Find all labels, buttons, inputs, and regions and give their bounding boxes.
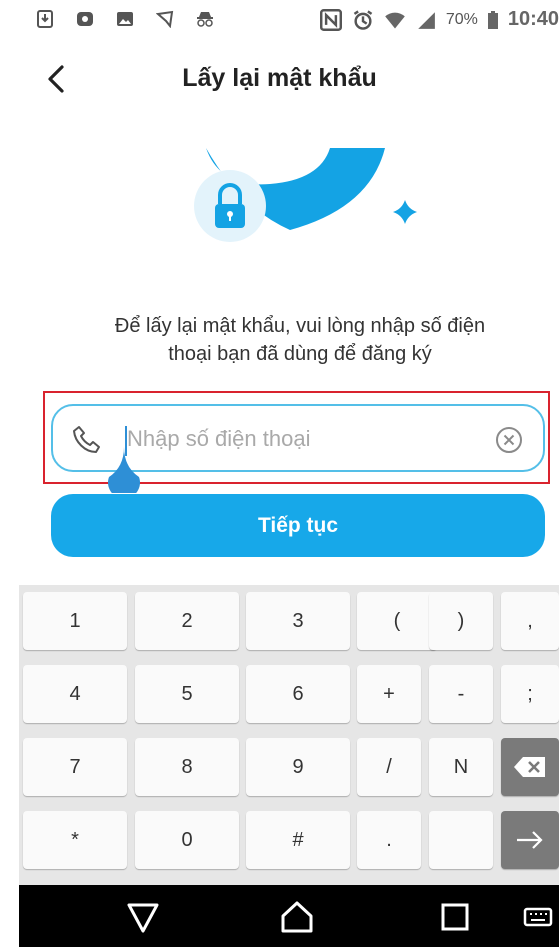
key-asterisk[interactable]: * (23, 811, 127, 869)
key-7[interactable]: 7 (23, 738, 127, 796)
cursor-handle[interactable] (107, 447, 141, 493)
backspace-icon (514, 757, 545, 777)
key-semicolon[interactable]: ; (501, 665, 559, 723)
key-4[interactable]: 4 (23, 665, 127, 723)
key-comma[interactable]: , (501, 592, 559, 650)
clock: 10:40 (507, 8, 559, 30)
left-edge (0, 585, 19, 947)
instruction-line-1: Để lấy lại mật khẩu, vui lòng nhập số đi… (114, 315, 486, 337)
key-close-paren[interactable]: ) (429, 592, 493, 650)
continue-button[interactable]: Tiếp tục (51, 494, 545, 557)
numeric-keyboard: 1 2 3 ( ) , 4 5 6 + - ; 7 8 9 / N * 0 # … (19, 585, 559, 885)
key-2[interactable]: 2 (135, 592, 239, 650)
recent-apps-icon[interactable] (437, 899, 473, 935)
lock-illustration (194, 148, 417, 242)
nfc-icon (319, 8, 342, 31)
system-status: 70% 10:40 (319, 8, 559, 31)
phone-icon (73, 426, 100, 453)
notification-icons (36, 10, 214, 28)
key-open-paren[interactable]: ( (357, 592, 437, 650)
page-title: Lấy lại mật khẩu (182, 64, 377, 92)
key-8[interactable]: 8 (135, 738, 239, 796)
arrow-right-icon (517, 831, 543, 849)
messenger-icon (77, 12, 93, 26)
image-icon (117, 12, 133, 26)
key-hash[interactable]: # (246, 811, 350, 869)
enter-key[interactable] (501, 811, 559, 869)
navigation-bar (19, 885, 559, 947)
key-slash[interactable]: / (357, 738, 421, 796)
instruction-line-2: thoại bạn đã dùng để đăng ký (168, 343, 432, 365)
signal-icon (418, 11, 435, 29)
back-triangle-icon[interactable] (125, 899, 161, 935)
download-icon (37, 10, 53, 28)
phone-input[interactable] (125, 416, 489, 462)
backspace-key[interactable] (501, 738, 559, 796)
key-plus[interactable]: + (357, 665, 421, 723)
home-icon[interactable] (279, 899, 315, 935)
key-1[interactable]: 1 (23, 592, 127, 650)
key-5[interactable]: 5 (135, 665, 239, 723)
screen: 70% 10:40 Lấy lại mật khẩu Để lấy lại mậ… (0, 0, 559, 947)
wifi-icon (385, 12, 405, 29)
keyboard-switch-icon[interactable] (523, 899, 553, 935)
clear-icon[interactable] (495, 426, 523, 454)
key-6[interactable]: 6 (246, 665, 350, 723)
incognito-icon (197, 12, 213, 27)
key-blank[interactable] (429, 811, 493, 869)
battery-percent: 70% (445, 10, 478, 28)
key-9[interactable]: 9 (246, 738, 350, 796)
battery-icon (487, 10, 498, 29)
key-3[interactable]: 3 (246, 592, 350, 650)
key-n[interactable]: N (429, 738, 493, 796)
header: Lấy lại mật khẩu (0, 52, 559, 108)
alarm-icon (353, 9, 373, 30)
status-bar: 70% 10:40 (0, 0, 559, 40)
key-period[interactable]: . (357, 811, 421, 869)
location-icon (156, 10, 174, 28)
key-minus[interactable]: - (429, 665, 493, 723)
key-0[interactable]: 0 (135, 811, 239, 869)
instruction-text: Để lấy lại mật khẩu, vui lòng nhập số đi… (40, 312, 559, 368)
